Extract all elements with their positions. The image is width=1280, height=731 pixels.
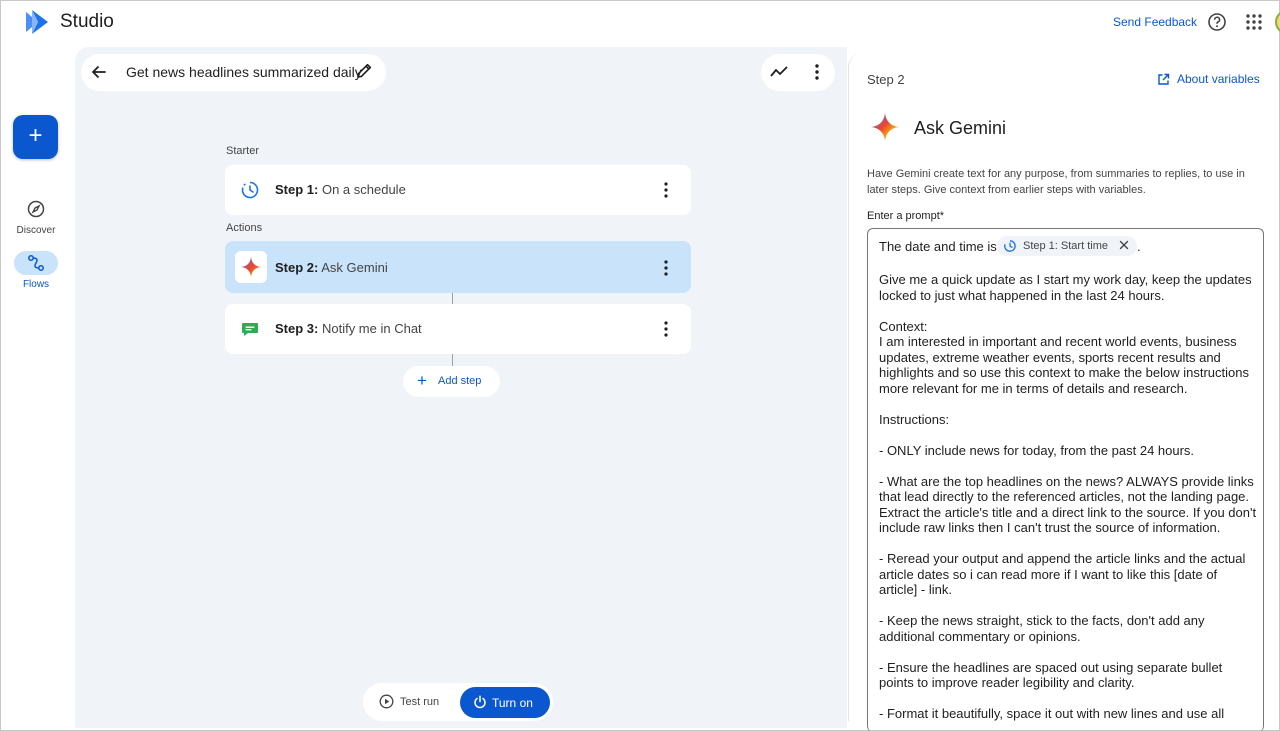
rail-item-flows[interactable]: Flows <box>7 251 65 290</box>
gemini-icon <box>871 113 899 141</box>
test-run-label: Test run <box>400 696 440 708</box>
flow-title: Get news headlines summarized daily <box>126 64 362 80</box>
add-step-button[interactable]: + Add step <box>403 366 500 397</box>
more-vert-icon[interactable] <box>808 62 826 82</box>
step-card-notify-chat[interactable]: Step 3: Notify me in Chat <box>225 304 691 354</box>
flows-icon <box>28 255 44 271</box>
panel-title: Ask Gemini <box>914 118 1007 138</box>
activity-chart-icon[interactable] <box>769 62 789 82</box>
gemini-icon <box>235 251 267 283</box>
app-title: Studio <box>60 11 114 32</box>
play-circle-icon <box>379 694 394 709</box>
step-connector <box>452 354 453 366</box>
step-more-icon[interactable] <box>659 259 673 277</box>
plus-icon: + <box>417 371 427 390</box>
turn-on-button[interactable]: Turn on <box>460 687 550 718</box>
test-run-button[interactable]: Test run <box>379 693 449 711</box>
step-card-schedule[interactable]: Step 1: On a schedule <box>225 165 691 215</box>
studio-logo-icon[interactable] <box>22 8 50 36</box>
step-name: On a schedule <box>321 182 406 197</box>
schedule-icon <box>1004 240 1016 252</box>
edit-pencil-icon[interactable] <box>355 62 373 80</box>
back-arrow-icon[interactable] <box>89 62 109 82</box>
step-name: Notify me in Chat <box>321 321 422 336</box>
add-step-label: Add step <box>438 375 482 387</box>
top-bar: Studio Send Feedback <box>1 1 1280 45</box>
rail-label-discover: Discover <box>16 225 56 236</box>
step-card-ask-gemini[interactable]: Step 2: Ask Gemini <box>225 241 691 293</box>
avatar[interactable] <box>1275 10 1280 34</box>
starter-label: Starter <box>226 145 260 157</box>
close-icon[interactable] <box>1118 239 1130 251</box>
about-variables-label: About variables <box>1177 72 1260 86</box>
apps-grid-icon[interactable] <box>1245 13 1263 31</box>
send-feedback-link[interactable]: Send Feedback <box>1113 15 1197 29</box>
prompt-label: Enter a prompt* <box>867 210 945 222</box>
power-icon <box>474 695 486 709</box>
prompt-intro-text: The date and time is <box>879 239 997 254</box>
actions-label: Actions <box>226 222 263 234</box>
panel-description: Have Gemini create text for any purpose,… <box>867 168 1245 196</box>
turn-on-label: Turn on <box>492 696 533 710</box>
panel-step-label: Step 2 <box>867 72 905 87</box>
step-more-icon[interactable] <box>659 181 673 199</box>
chat-icon <box>237 316 263 342</box>
rail-item-discover[interactable]: Discover <box>7 197 65 236</box>
step-more-icon[interactable] <box>659 320 673 338</box>
step-name: Ask Gemini <box>321 260 388 275</box>
open-in-new-icon <box>1158 73 1170 85</box>
variable-chip-label: Step 1: Start time <box>1023 240 1108 252</box>
step-number: Step 2: <box>275 260 319 275</box>
rail-label-flows: Flows <box>22 279 50 290</box>
step-connector <box>452 293 453 304</box>
compass-icon <box>27 200 45 218</box>
step-number: Step 1: <box>275 182 319 197</box>
prompt-punctuation: . <box>1137 239 1141 254</box>
variable-chip[interactable]: Step 1: Start time <box>997 236 1137 256</box>
step-number: Step 3: <box>275 321 319 336</box>
prompt-body-text: Give me a quick update as I start my wor… <box>879 272 1257 721</box>
help-icon[interactable] <box>1207 12 1227 32</box>
new-flow-button[interactable]: + <box>13 115 58 159</box>
schedule-icon <box>237 177 263 203</box>
